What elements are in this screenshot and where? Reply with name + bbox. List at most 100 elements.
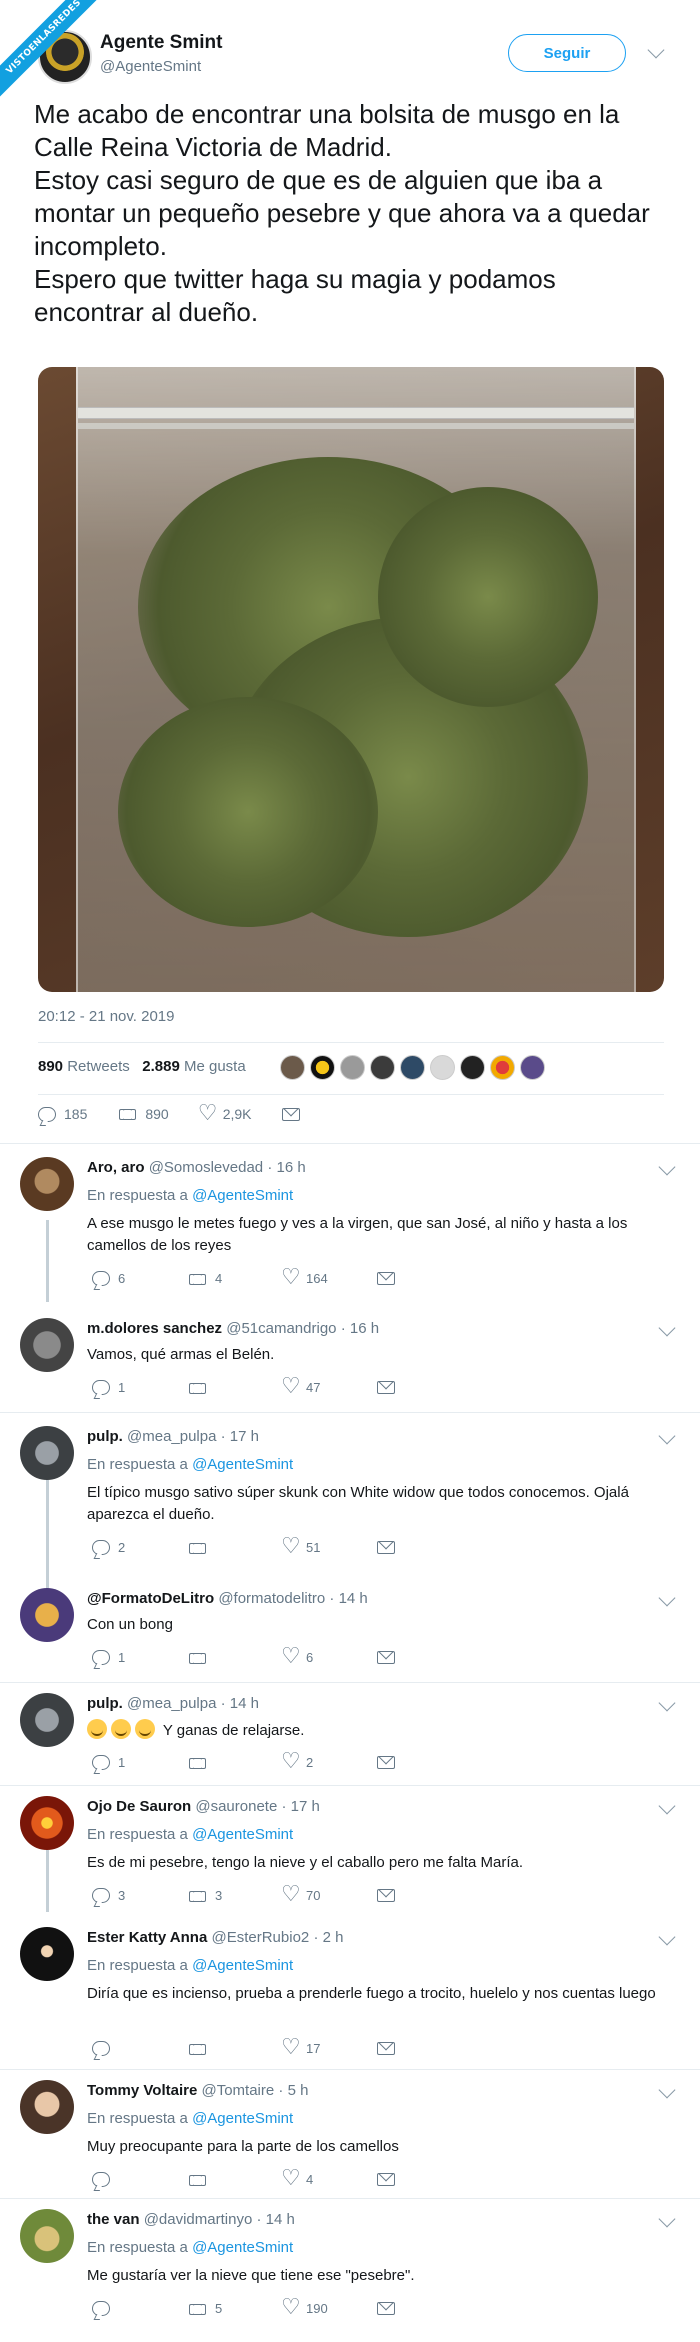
reply-button[interactable]: 1 — [92, 1650, 187, 1665]
retweet-button[interactable] — [187, 2042, 282, 2056]
reply-button[interactable]: 2 — [92, 1540, 187, 1555]
reply-time[interactable]: · 5 h — [278, 2082, 308, 2099]
reply-time[interactable]: · 17 h — [281, 1798, 319, 1815]
reply-author-handle[interactable]: @formatodelitro — [218, 1590, 325, 1607]
avatar[interactable] — [400, 1055, 425, 1080]
like-button[interactable]: 70 — [281, 1882, 377, 1907]
mention-link[interactable]: @AgenteSmint — [192, 1826, 293, 1843]
tweet-timestamp[interactable]: 20:12 - 21 nov. 2019 — [38, 1008, 175, 1025]
reply-author-handle[interactable]: @sauronete — [195, 1798, 277, 1815]
mention-link[interactable]: @AgenteSmint — [192, 2110, 293, 2127]
retweets-label[interactable]: Retweets — [67, 1058, 130, 1075]
reply-time[interactable]: · 14 h — [256, 2211, 294, 2228]
message-button[interactable] — [377, 2173, 472, 2186]
chevron-down-icon[interactable] — [658, 1694, 676, 1712]
reply-button[interactable] — [92, 2172, 187, 2187]
reply-author-name[interactable]: m.dolores sanchez — [87, 1320, 222, 1337]
avatar[interactable] — [490, 1055, 515, 1080]
avatar[interactable] — [20, 1426, 74, 1480]
reply-time[interactable]: · 17 h — [221, 1428, 259, 1445]
follow-button[interactable]: Seguir — [508, 34, 626, 72]
like-button[interactable]: 17 — [281, 2035, 377, 2060]
avatar[interactable] — [340, 1055, 365, 1080]
avatar[interactable] — [20, 1693, 74, 1747]
chevron-down-icon[interactable] — [658, 1427, 676, 1445]
chevron-down-icon[interactable] — [658, 1319, 676, 1337]
avatar[interactable] — [520, 1055, 545, 1080]
message-button[interactable] — [377, 1541, 472, 1554]
retweet-button[interactable]: 3 — [187, 1888, 282, 1903]
avatar[interactable] — [430, 1055, 455, 1080]
chevron-down-icon[interactable] — [658, 1589, 676, 1607]
reply-button[interactable]: 1 — [92, 1380, 187, 1395]
avatar[interactable] — [20, 1318, 74, 1372]
avatar[interactable] — [280, 1055, 305, 1080]
message-button[interactable] — [377, 2042, 472, 2055]
reply-button[interactable]: 185 — [38, 1106, 87, 1122]
reply-author-name[interactable]: Ester Katty Anna — [87, 1929, 207, 1946]
like-button[interactable]: 51 — [281, 1534, 377, 1559]
reply-author-name[interactable]: Ojo De Sauron — [87, 1798, 191, 1815]
reply-author-handle[interactable]: @mea_pulpa — [127, 1695, 216, 1712]
chevron-down-icon[interactable] — [658, 1797, 676, 1815]
message-button[interactable] — [281, 1107, 300, 1121]
avatar[interactable] — [310, 1055, 335, 1080]
retweet-button[interactable]: 4 — [187, 1271, 282, 1286]
reply-time[interactable]: · 14 h — [329, 1590, 367, 1607]
retweet-button[interactable]: 5 — [187, 2301, 282, 2316]
reply-time[interactable]: · 14 h — [221, 1695, 259, 1712]
reply-author-name[interactable]: Tommy Voltaire — [87, 2082, 197, 2099]
retweet-button[interactable] — [187, 1756, 282, 1770]
reply-author-handle[interactable]: @Tomtaire — [201, 2082, 274, 2099]
avatar[interactable] — [370, 1055, 395, 1080]
retweets-count[interactable]: 890 — [38, 1058, 63, 1075]
avatar[interactable] — [20, 2209, 74, 2263]
reply-button[interactable]: 3 — [92, 1888, 187, 1903]
message-button[interactable] — [377, 1381, 472, 1394]
author-handle[interactable]: @AgenteSmint — [100, 58, 201, 75]
reply-time[interactable]: · 16 h — [341, 1320, 379, 1337]
mention-link[interactable]: @AgenteSmint — [192, 1456, 293, 1473]
reply-button[interactable]: 6 — [92, 1271, 187, 1286]
avatar[interactable] — [20, 2080, 74, 2134]
avatar[interactable] — [20, 1927, 74, 1981]
message-button[interactable] — [377, 1756, 472, 1769]
reply-author-handle[interactable]: @51camandrigo — [226, 1320, 336, 1337]
reply-author-handle[interactable]: @davidmartinyo — [144, 2211, 253, 2228]
reply-button[interactable] — [92, 2041, 187, 2056]
retweet-button[interactable] — [187, 2173, 282, 2187]
like-button[interactable]: 47 — [281, 1374, 377, 1399]
retweet-button[interactable]: 890 — [117, 1106, 169, 1122]
chevron-down-icon[interactable] — [658, 2210, 676, 2228]
chevron-down-icon[interactable] — [647, 41, 665, 59]
message-button[interactable] — [377, 1272, 472, 1285]
reply-author-name[interactable]: the van — [87, 2211, 140, 2228]
reply-author-name[interactable]: @FormatoDeLitro — [87, 1590, 214, 1607]
retweet-button[interactable] — [187, 1651, 282, 1665]
chevron-down-icon[interactable] — [658, 1928, 676, 1946]
likes-count[interactable]: 2.889 — [142, 1058, 180, 1075]
reply-author-handle[interactable]: @EsterRubio2 — [211, 1929, 309, 1946]
like-button[interactable]: 2,9K — [198, 1101, 252, 1126]
mention-link[interactable]: @AgenteSmint — [192, 2239, 293, 2256]
tweet-photo[interactable] — [38, 367, 664, 992]
avatar[interactable] — [460, 1055, 485, 1080]
reply-author-name[interactable]: pulp. — [87, 1428, 123, 1445]
reply-author-name[interactable]: Aro, aro — [87, 1159, 145, 1176]
like-button[interactable]: 6 — [281, 1644, 377, 1669]
mention-link[interactable]: @AgenteSmint — [192, 1957, 293, 1974]
like-button[interactable]: 164 — [281, 1265, 377, 1290]
chevron-down-icon[interactable] — [658, 1158, 676, 1176]
reply-button[interactable]: 1 — [92, 1755, 187, 1770]
message-button[interactable] — [377, 2302, 472, 2315]
reply-button[interactable] — [92, 2301, 187, 2316]
reply-time[interactable]: · 2 h — [313, 1929, 343, 1946]
reply-time[interactable]: · 16 h — [267, 1159, 305, 1176]
like-button[interactable]: 4 — [281, 2166, 377, 2191]
message-button[interactable] — [377, 1889, 472, 1902]
author-name[interactable]: Agente Smint — [100, 32, 222, 54]
mention-link[interactable]: @AgenteSmint — [192, 1187, 293, 1204]
reply-author-handle[interactable]: @Somoslevedad — [149, 1159, 263, 1176]
chevron-down-icon[interactable] — [658, 2081, 676, 2099]
avatar[interactable] — [20, 1796, 74, 1850]
